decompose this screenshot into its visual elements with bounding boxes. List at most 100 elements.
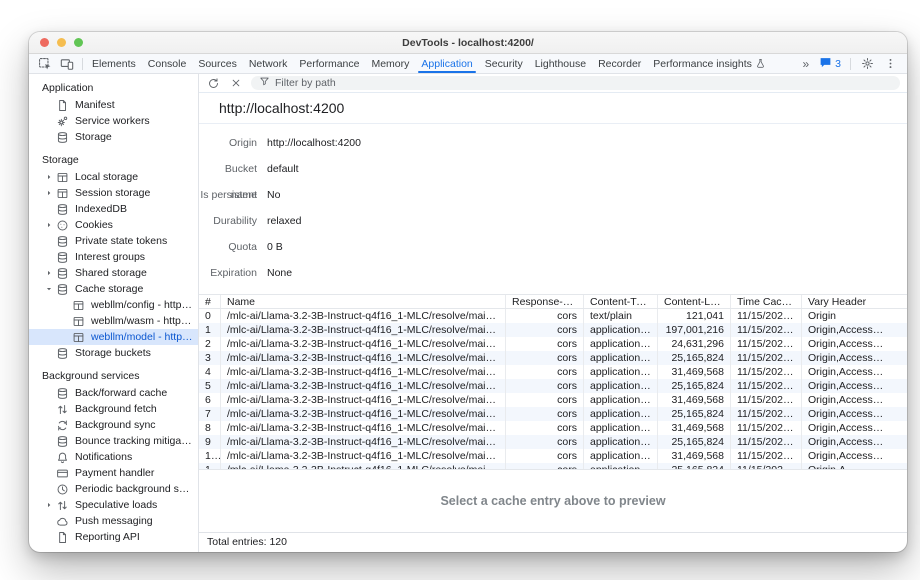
tab-memory[interactable]: Memory	[365, 54, 415, 73]
tab-application[interactable]: Application	[415, 54, 478, 73]
more-tabs-button[interactable]: »	[798, 57, 813, 71]
sidebar-item-periodic-background-sync[interactable]: Periodic background sync	[29, 481, 198, 497]
filter-input[interactable]: Filter by path	[251, 76, 900, 90]
window-title: DevTools - localhost:4200/	[29, 37, 907, 49]
cell: 2	[199, 337, 221, 351]
flask-icon	[755, 58, 766, 69]
tab-performance-insights[interactable]: Performance insights	[647, 54, 772, 73]
tab-label: Lighthouse	[535, 58, 586, 70]
tab-sources[interactable]: Sources	[192, 54, 243, 73]
sidebar-item-background-sync[interactable]: Background sync	[29, 417, 198, 433]
kebab-menu-icon[interactable]	[880, 54, 900, 73]
cell: application/oc…	[584, 449, 658, 463]
application-sidebar: ApplicationManifestService workersStorag…	[29, 74, 199, 552]
sidebar-item-webllm-wasm-http-loca[interactable]: webllm/wasm - http://loca…	[29, 313, 198, 329]
sidebar-item-label: Speculative loads	[75, 499, 161, 511]
sidebar-item-session-storage[interactable]: Session storage	[29, 185, 198, 201]
cache-entry-row-10[interactable]: 10/mlc-ai/Llama-3.2-3B-Instruct-q4f16_1-…	[199, 449, 907, 463]
panel-tabs: ElementsConsoleSources Network Performance…	[86, 54, 772, 73]
sidebar-item-storage[interactable]: Storage	[29, 129, 198, 145]
cell: Origin,Access…	[802, 351, 907, 365]
column-header-[interactable]: #	[199, 295, 221, 308]
cache-storage-panel: Filter by path http://localhost:4200 Ori…	[199, 74, 907, 552]
column-header-time-cached[interactable]: Time Cached	[731, 295, 802, 308]
cell: cors	[506, 337, 584, 351]
column-header-vary-header[interactable]: Vary Header	[802, 295, 907, 308]
delete-selected-icon[interactable]	[228, 75, 244, 91]
sidebar-item-notifications[interactable]: Notifications	[29, 449, 198, 465]
sidebar-item-cookies[interactable]: Cookies	[29, 217, 198, 233]
cache-entry-row-4[interactable]: 4/mlc-ai/Llama-3.2-3B-Instruct-q4f16_1-M…	[199, 365, 907, 379]
tab-label: Network	[249, 58, 288, 70]
inspect-element-icon[interactable]	[35, 54, 55, 73]
sidebar-item-cache-storage[interactable]: Cache storage	[29, 281, 198, 297]
sidebar-item-label: Push messaging	[75, 515, 157, 527]
sidebar-item-webllm-model-http-loc[interactable]: webllm/model - http://loc…	[29, 329, 198, 345]
tab-security[interactable]: Security	[479, 54, 529, 73]
tab-recorder[interactable]: Recorder	[592, 54, 647, 73]
sidebar-item-push-messaging[interactable]: Push messaging	[29, 513, 198, 529]
funnel-icon	[259, 76, 270, 87]
expander-down-icon[interactable]	[43, 285, 55, 293]
cache-entry-row-6[interactable]: 6/mlc-ai/Llama-3.2-3B-Instruct-q4f16_1-M…	[199, 393, 907, 407]
sidebar-item-background-fetch[interactable]: Background fetch	[29, 401, 198, 417]
sidebar-item-service-workers[interactable]: Service workers	[29, 113, 198, 129]
cache-entry-row-7[interactable]: 7/mlc-ai/Llama-3.2-3B-Instruct-q4f16_1-M…	[199, 407, 907, 421]
sidebar-item-bounce-tracking-mitigations[interactable]: Bounce tracking mitigations	[29, 433, 198, 449]
tab-label: Performance	[299, 58, 359, 70]
column-header-content-length[interactable]: Content-Length	[658, 295, 731, 308]
sidebar-item-interest-groups[interactable]: Interest groups	[29, 249, 198, 265]
tab-lighthouse[interactable]: Lighthouse	[529, 54, 592, 73]
cache-entry-row-2[interactable]: 2/mlc-ai/Llama-3.2-3B-Instruct-q4f16_1-M…	[199, 337, 907, 351]
tab-elements[interactable]: Elements	[86, 54, 142, 73]
cell: application/oc…	[584, 365, 658, 379]
sidebar-item-shared-storage[interactable]: Shared storage	[29, 265, 198, 281]
expander-right-icon[interactable]	[43, 173, 55, 181]
sidebar-item-private-state-tokens[interactable]: Private state tokens	[29, 233, 198, 249]
sidebar-item-label: Shared storage	[75, 267, 151, 279]
settings-gear-icon[interactable]	[857, 54, 877, 73]
cache-entry-row-5[interactable]: 5/mlc-ai/Llama-3.2-3B-Instruct-q4f16_1-M…	[199, 379, 907, 393]
column-header-response-type[interactable]: Response-Type	[506, 295, 584, 308]
sidebar-item-storage-buckets[interactable]: Storage buckets	[29, 345, 198, 361]
sidebar-item-label: Periodic background sync	[75, 483, 198, 495]
cell: Origin,Access…	[802, 435, 907, 449]
expander-right-icon[interactable]	[43, 501, 55, 509]
refresh-icon[interactable]	[205, 75, 221, 91]
column-header-content-type[interactable]: Content-Type	[584, 295, 658, 308]
devices-icon	[60, 57, 74, 71]
expander-right-icon[interactable]	[43, 189, 55, 197]
expander-right-icon[interactable]	[43, 269, 55, 277]
sidebar-item-manifest[interactable]: Manifest	[29, 97, 198, 113]
cache-entry-row-0[interactable]: 0/mlc-ai/Llama-3.2-3B-Instruct-q4f16_1-M…	[199, 309, 907, 323]
expander-right-icon[interactable]	[43, 221, 55, 229]
sidebar-item-indexeddb[interactable]: IndexedDB	[29, 201, 198, 217]
device-toolbar-icon[interactable]	[57, 54, 77, 73]
tab-performance[interactable]: Performance	[293, 54, 365, 73]
metadata-value: relaxed	[257, 208, 301, 234]
cell: 11/15/2024, 10…	[731, 365, 802, 379]
cache-entry-row-11[interactable]: 11/mlc-ai/Llama-3.2-3B-Instruct-q4f16_1-…	[199, 463, 907, 469]
tab-console[interactable]: Console	[142, 54, 193, 73]
table-icon	[71, 331, 86, 344]
sidebar-item-reporting-api[interactable]: Reporting API	[29, 529, 198, 545]
cache-entry-row-8[interactable]: 8/mlc-ai/Llama-3.2-3B-Instruct-q4f16_1-M…	[199, 421, 907, 435]
sidebar-item-local-storage[interactable]: Local storage	[29, 169, 198, 185]
column-header-name[interactable]: Name	[221, 295, 506, 308]
table-icon	[55, 187, 70, 200]
cache-entry-row-3[interactable]: 3/mlc-ai/Llama-3.2-3B-Instruct-q4f16_1-M…	[199, 351, 907, 365]
cache-entry-row-9[interactable]: 9/mlc-ai/Llama-3.2-3B-Instruct-q4f16_1-M…	[199, 435, 907, 449]
cell: application/oc…	[584, 323, 658, 337]
sidebar-item-payment-handler[interactable]: Payment handler	[29, 465, 198, 481]
refresh-icon	[207, 77, 220, 90]
sidebar-item-webllm-config-http-loc[interactable]: webllm/config - http://loc…	[29, 297, 198, 313]
divider	[82, 58, 83, 70]
cell: Origin,Access…	[802, 449, 907, 463]
cache-entry-row-1[interactable]: 1/mlc-ai/Llama-3.2-3B-Instruct-q4f16_1-M…	[199, 323, 907, 337]
tab-label: Application	[421, 58, 472, 70]
tab-network[interactable]: Network	[243, 54, 294, 73]
sidebar-item-speculative-loads[interactable]: Speculative loads	[29, 497, 198, 513]
feedback-button[interactable]: 3	[816, 56, 844, 72]
sidebar-item-back-forward-cache[interactable]: Back/forward cache	[29, 385, 198, 401]
tab-label: Memory	[371, 58, 409, 70]
